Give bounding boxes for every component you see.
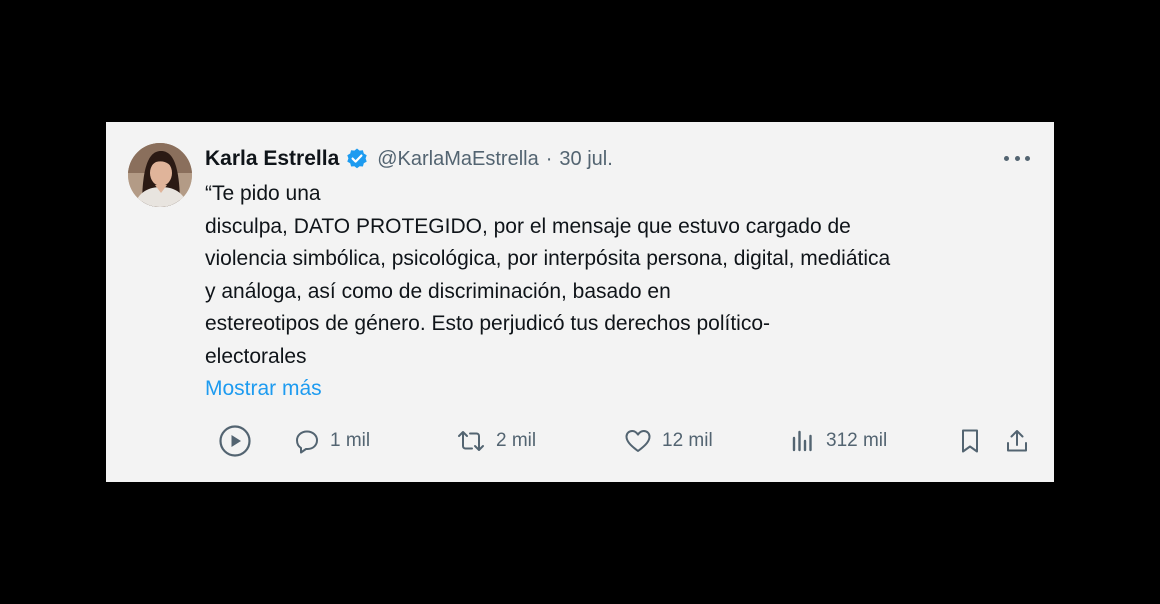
avatar[interactable] — [128, 143, 192, 207]
heart-icon — [624, 428, 652, 454]
bookmark-button[interactable] — [958, 424, 982, 458]
retweet-button[interactable]: 2 mil — [456, 424, 536, 458]
bookmark-icon — [958, 427, 982, 455]
tweet-text: “Te pido una disculpa, DATO PROTEGIDO, p… — [205, 178, 1035, 406]
tweet-card: Karla Estrella @KarlaMaEstrella · 30 jul… — [106, 122, 1054, 482]
share-button[interactable] — [1004, 424, 1030, 458]
tweet-text-line: disculpa, DATO PROTEGIDO, por el mensaje… — [205, 214, 851, 238]
more-dot — [1014, 155, 1020, 161]
more-options-icon[interactable] — [1004, 148, 1030, 168]
reply-count: 1 mil — [330, 430, 371, 451]
reply-icon — [294, 428, 320, 454]
author-handle[interactable]: @KarlaMaEstrella — [377, 148, 538, 171]
views-count: 312 mil — [826, 430, 888, 451]
retweet-count: 2 mil — [496, 430, 537, 451]
more-dot — [1004, 155, 1009, 161]
play-button[interactable] — [218, 424, 252, 458]
reply-button[interactable]: 1 mil — [294, 424, 370, 458]
more-dot — [1025, 155, 1030, 161]
views-button[interactable]: 312 mil — [790, 424, 887, 458]
tweet-text-line: “Te pido una — [205, 182, 321, 205]
verified-badge-icon — [345, 147, 369, 171]
play-icon — [218, 424, 252, 458]
tweet-text-line: electorales — [205, 344, 307, 368]
show-more-link[interactable]: Mostrar más — [205, 377, 322, 400]
separator-dot: · — [545, 147, 553, 170]
tweet-text-line: y análoga, así como de discriminación, b… — [205, 279, 671, 303]
author-name[interactable]: Karla Estrella — [205, 147, 339, 171]
avatar-photo — [128, 143, 192, 207]
retweet-icon — [456, 428, 486, 454]
like-count: 12 mil — [662, 430, 713, 451]
tweet-text-line: violencia simbólica, psicológica, por in… — [205, 247, 891, 270]
share-icon — [1004, 427, 1030, 455]
like-button[interactable]: 12 mil — [624, 424, 713, 458]
views-icon — [790, 428, 816, 454]
tweet-text-line: estereotipos de género. Esto perjudicó t… — [205, 312, 771, 335]
action-bar: 1 mil 2 mil 12 mil 312 mil — [218, 424, 1038, 458]
tweet-header: Karla Estrella @KarlaMaEstrella · 30 jul… — [205, 146, 613, 172]
tweet-date[interactable]: 30 jul. — [559, 148, 612, 171]
